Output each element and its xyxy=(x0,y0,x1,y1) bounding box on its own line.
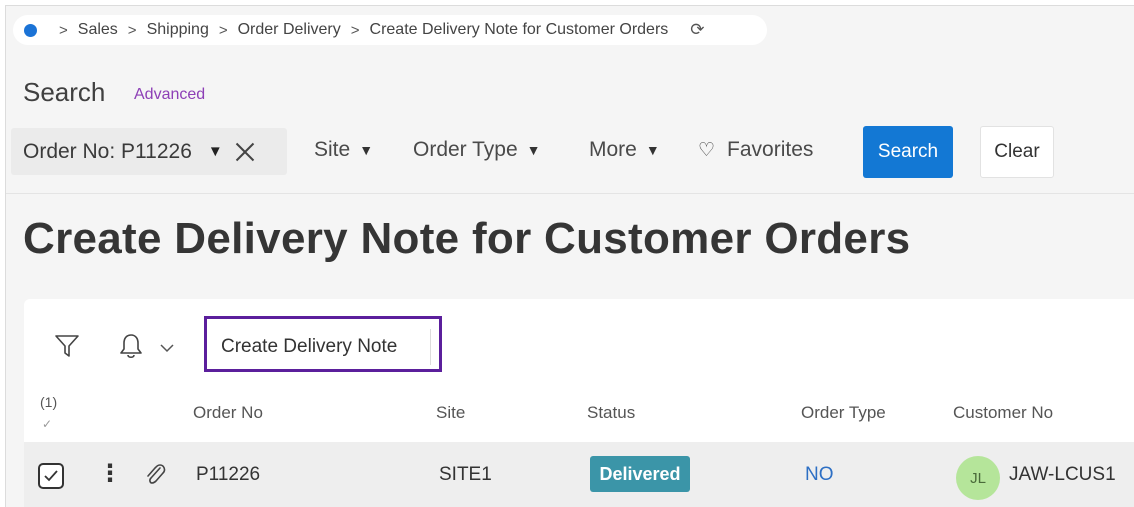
column-header-site[interactable]: Site xyxy=(436,403,465,423)
more-dropdown[interactable]: More ▼ xyxy=(589,138,660,162)
breadcrumb: > Sales > Shipping > Order Delivery > Cr… xyxy=(13,15,767,45)
selection-count: (1) xyxy=(40,394,58,410)
site-dropdown[interactable]: Site ▼ xyxy=(314,138,373,162)
customer-no-cell[interactable]: JAW-LCUS1 xyxy=(1009,464,1116,486)
favorites-button[interactable]: ♡ Favorites xyxy=(698,138,813,162)
heart-icon: ♡ xyxy=(698,139,716,161)
column-header-status[interactable]: Status xyxy=(587,403,635,423)
search-title: Search xyxy=(23,77,106,107)
order-no-cell[interactable]: P11226 xyxy=(196,464,260,486)
favorites-label: Favorites xyxy=(727,138,814,161)
more-dropdown-label: More xyxy=(589,138,637,161)
breadcrumb-item-current: Create Delivery Note for Customer Orders xyxy=(369,21,669,38)
paperclip-icon[interactable] xyxy=(143,461,167,489)
chevron-down-icon: ▼ xyxy=(359,142,374,158)
order-type-dropdown[interactable]: Order Type ▼ xyxy=(413,138,541,162)
page-title: Create Delivery Note for Customer Orders xyxy=(23,214,911,263)
row-menu-icon[interactable]: ⋮ xyxy=(98,462,122,486)
column-header-customer-no[interactable]: Customer No xyxy=(953,403,1053,423)
breadcrumb-separator: > xyxy=(127,21,137,39)
row-checkbox[interactable] xyxy=(38,463,64,489)
breadcrumb-item-order-delivery[interactable]: Order Delivery xyxy=(238,21,341,39)
clear-button[interactable]: Clear xyxy=(980,126,1054,178)
chevron-down-icon: ▼ xyxy=(645,142,660,158)
select-all-check-icon[interactable]: ✓ xyxy=(42,417,52,431)
funnel-icon[interactable] xyxy=(54,333,80,359)
order-type-dropdown-label: Order Type xyxy=(413,138,518,161)
column-header-order-type[interactable]: Order Type xyxy=(801,403,886,423)
chevron-down-icon[interactable]: ▼ xyxy=(208,143,223,160)
breadcrumb-separator: > xyxy=(59,21,68,39)
create-delivery-note-button[interactable]: Create Delivery Note xyxy=(215,329,431,365)
list-panel: Create Delivery Note (1) ✓ Order No Site… xyxy=(24,299,1134,507)
order-no-filter-chip[interactable]: Order No: P11226 ▼ xyxy=(11,128,287,175)
checkmark-icon xyxy=(44,470,58,482)
chevron-down-icon: ▼ xyxy=(526,142,541,158)
home-icon[interactable] xyxy=(24,23,37,37)
breadcrumb-item-sales[interactable]: Sales xyxy=(78,21,118,39)
avatar: JL xyxy=(956,456,1000,500)
site-dropdown-label: Site xyxy=(314,138,351,161)
breadcrumb-separator: > xyxy=(218,21,228,39)
filter-chip-label: Order No: P11226 xyxy=(23,139,192,163)
column-header-order-no[interactable]: Order No xyxy=(193,403,263,423)
highlight-frame: Create Delivery Note xyxy=(204,316,442,372)
site-cell: SITE1 xyxy=(439,464,492,485)
bell-icon[interactable] xyxy=(118,332,144,360)
advanced-search-link[interactable]: Advanced xyxy=(134,86,205,104)
divider xyxy=(6,193,1134,194)
refresh-icon[interactable]: ⟳ xyxy=(690,20,704,40)
status-badge: Delivered xyxy=(590,456,690,492)
search-button[interactable]: Search xyxy=(863,126,953,178)
order-type-link[interactable]: NO xyxy=(805,464,834,486)
close-icon[interactable] xyxy=(233,140,257,164)
breadcrumb-separator: > xyxy=(350,21,360,39)
breadcrumb-item-shipping[interactable]: Shipping xyxy=(147,21,209,39)
chevron-down-icon[interactable] xyxy=(160,343,174,353)
table-row[interactable]: ⋮ P11226 SITE1 Delivered NO JL JAW-LCUS1 xyxy=(24,442,1134,507)
